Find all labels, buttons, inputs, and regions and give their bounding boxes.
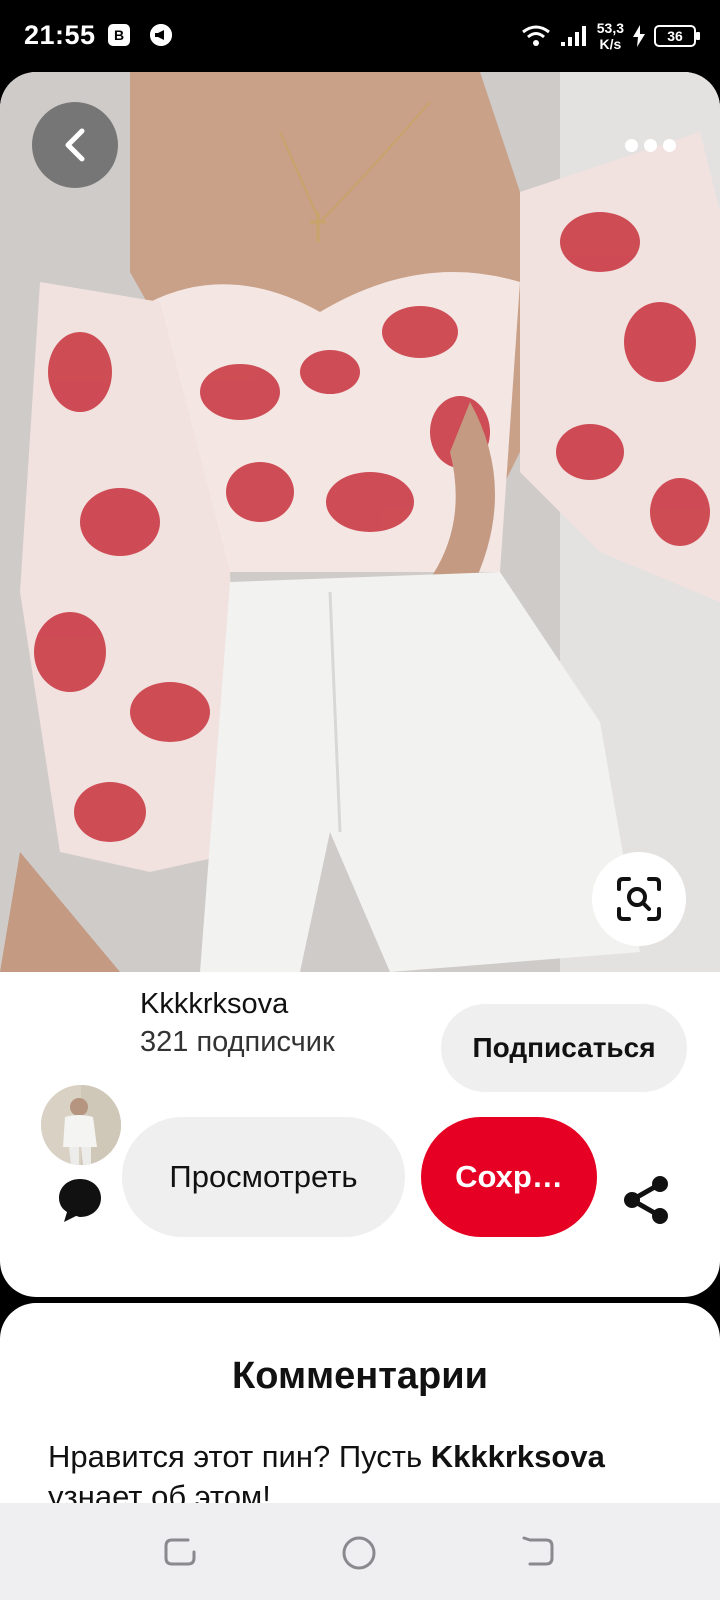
author-name[interactable]: Kkkkrksova (140, 988, 288, 1021)
avatar[interactable] (41, 1085, 121, 1165)
status-bar: 21:55 B 53,3 K/s 36 (0, 0, 720, 72)
visual-search-button[interactable] (592, 852, 686, 946)
author-followers: 321 подписчик (140, 1026, 335, 1058)
share-icon[interactable] (620, 1174, 672, 1226)
follow-button[interactable]: Подписаться (441, 1004, 687, 1092)
ellipsis-icon-dot (662, 138, 676, 152)
back-button[interactable] (32, 102, 118, 188)
network-speed-unit: K/s (599, 36, 622, 52)
view-button[interactable]: Просмотреть (122, 1117, 405, 1237)
recent-apps-icon[interactable] (162, 1534, 198, 1570)
comments-title: Комментарии (232, 1355, 488, 1397)
home-icon[interactable] (340, 1534, 378, 1572)
status-time: 21:55 (24, 20, 96, 50)
comments-prompt-text-end: узнает об этом! (48, 1479, 271, 1503)
visual-search-icon (617, 877, 661, 921)
network-speed-value: 53,3 (596, 20, 624, 36)
system-nav-bar (0, 1503, 720, 1600)
battery-indicator: 36 (654, 25, 700, 47)
comment-icon[interactable] (56, 1176, 104, 1224)
pin-card: Kkkkrksova 321 подписчик Подписаться Про… (0, 72, 720, 1297)
chevron-left-icon (65, 128, 85, 162)
notification-app-icon: B (108, 24, 130, 46)
back-nav-icon[interactable] (520, 1534, 556, 1570)
network-speed: 53,3 K/s (597, 20, 624, 52)
ellipsis-icon-dot (624, 138, 638, 152)
pin-image[interactable] (0, 72, 720, 972)
more-options-button[interactable] (610, 122, 690, 168)
megaphone-icon (150, 24, 172, 46)
wifi-icon (521, 25, 550, 46)
save-button[interactable]: Сохр… (421, 1117, 597, 1237)
signal-icon (560, 26, 586, 46)
comments-prompt-author: Kkkkrksova (430, 1439, 605, 1474)
status-indicators: 53,3 K/s 36 (521, 16, 700, 56)
comments-sheet: Комментарии Нравится этот пин? Пусть Kkk… (0, 1303, 720, 1503)
comments-prompt-text: Нравится этот пин? Пусть (48, 1439, 431, 1474)
ellipsis-icon-dot (643, 138, 657, 152)
charging-icon (633, 25, 645, 47)
comments-prompt: Нравится этот пин? Пусть Kkkkrksova узна… (48, 1437, 688, 1503)
